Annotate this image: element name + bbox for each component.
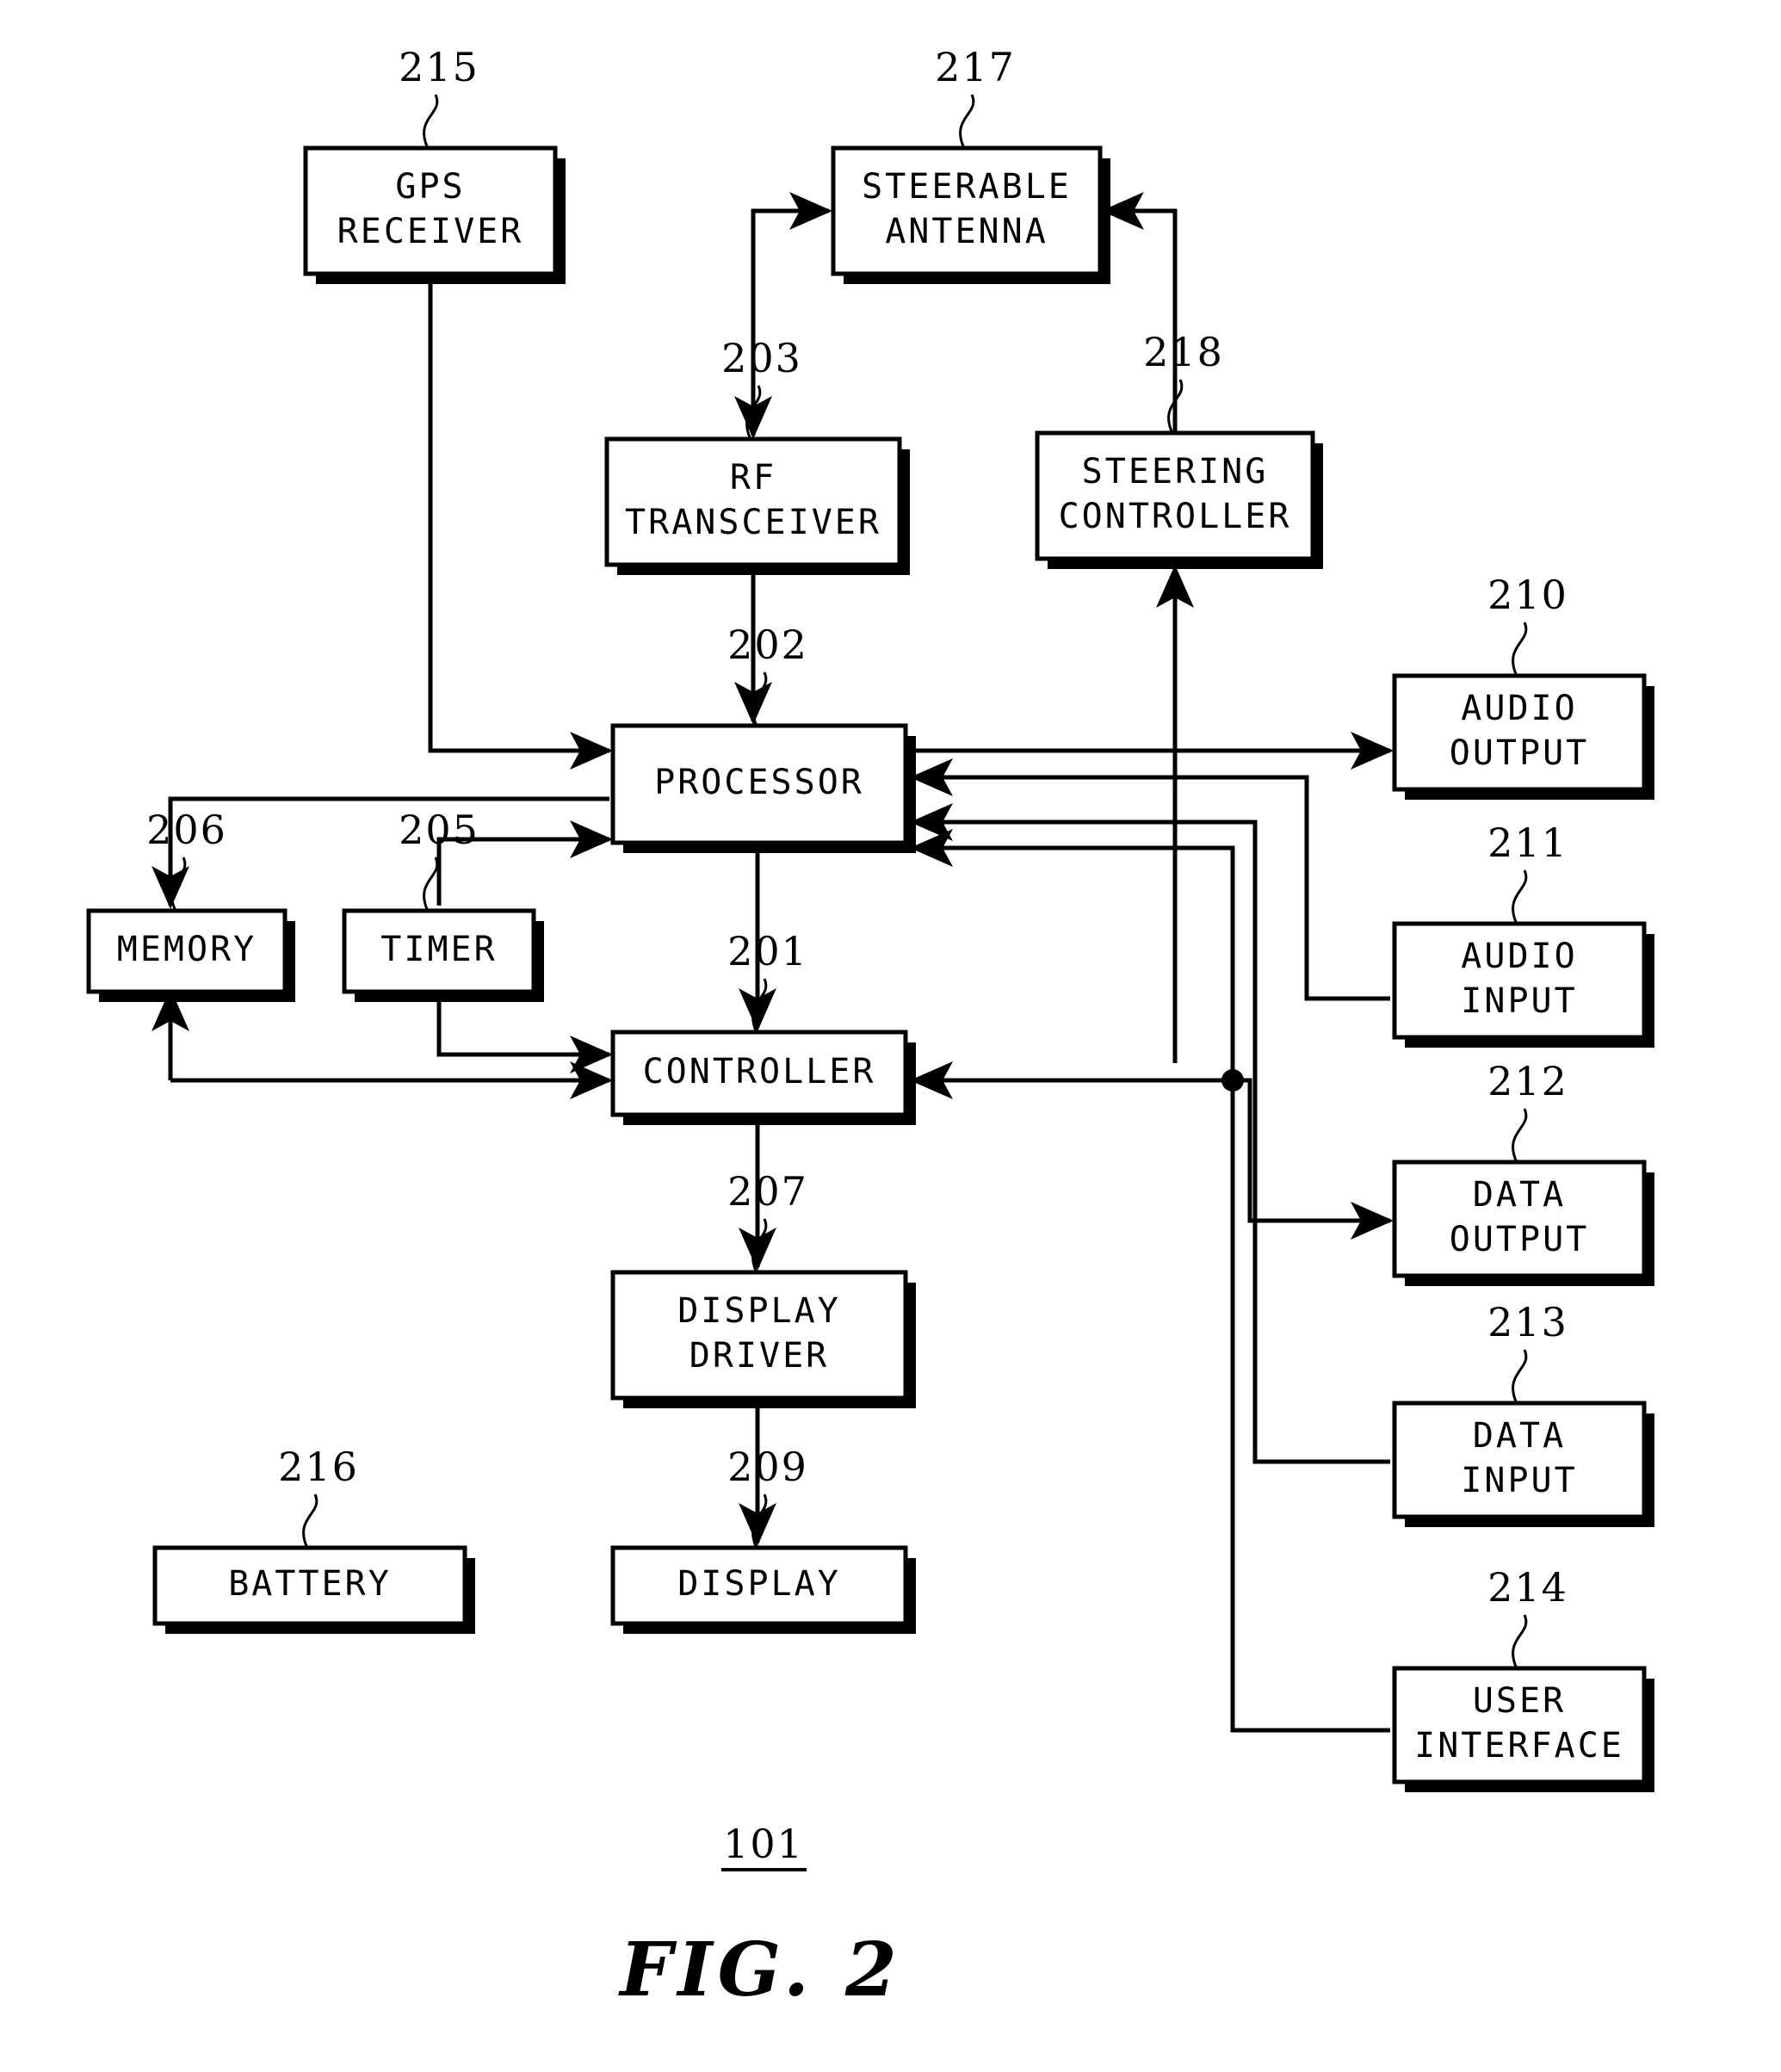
wire-data-input-riser — [909, 803, 1390, 1464]
reference-leader-data_output — [1512, 1108, 1528, 1161]
block-steerable_antenna[interactable]: STEERABLE ANTENNA — [831, 145, 1110, 284]
figure-caption-group: 101 FIG. 2 — [617, 1821, 901, 2013]
block-label-user_interface: USER — [1473, 1681, 1566, 1721]
block-label-rf_transceiver: TRANSCEIVER — [625, 503, 881, 542]
block-label-gps_receiver: GPS — [395, 167, 465, 207]
wire-junction-dot — [1221, 1069, 1244, 1092]
reference-audio_input: 211 — [1487, 820, 1568, 923]
reference-leader-data_input — [1512, 1349, 1528, 1402]
reference-number-display: 209 — [727, 1444, 808, 1490]
block-label-steering_controller: STEERING — [1082, 452, 1269, 492]
block-steering_controller[interactable]: STEERING CONTROLLER — [1035, 430, 1323, 569]
reference-number-data_output: 212 — [1487, 1058, 1568, 1104]
reference-memory: 206 — [146, 807, 227, 910]
wire-user-interface-to-processor — [909, 829, 1390, 1733]
reference-display_driver: 207 — [727, 1168, 808, 1271]
reference-leader-audio_output — [1512, 622, 1528, 675]
reference-number-rf_transceiver: 203 — [721, 335, 802, 381]
block-display[interactable]: DISPLAY — [610, 1545, 916, 1634]
reference-number-audio_input: 211 — [1487, 820, 1568, 866]
block-label-controller: CONTROLLER — [643, 1052, 876, 1092]
wire-steering-controller-to-antenna — [1100, 192, 1178, 433]
reference-number-controller: 201 — [727, 928, 808, 974]
reference-steering_controller: 218 — [1143, 329, 1224, 432]
reference-number-data_input: 213 — [1487, 1299, 1568, 1345]
reference-controller: 201 — [727, 928, 808, 1031]
block-label-steerable_antenna: STEERABLE — [862, 167, 1072, 207]
block-audio_input[interactable]: AUDIO INPUT — [1392, 921, 1654, 1048]
system-reference-number: 101 — [723, 1821, 804, 1867]
wire-audio-input-to-processor — [909, 758, 1390, 1001]
block-controller[interactable]: CONTROLLER — [610, 1030, 916, 1125]
block-label-memory: MEMORY — [117, 930, 257, 969]
reference-number-steerable_antenna: 217 — [935, 44, 1016, 90]
block-label-rf_transceiver: RF — [730, 458, 776, 498]
reference-numerals: 215 217 203 218 202 206 205 201 207 209 216 210 211 2… — [146, 44, 1568, 1667]
reference-leader-timer — [423, 857, 439, 910]
block-label-steering_controller: CONTROLLER — [1059, 497, 1292, 536]
block-gps_receiver[interactable]: GPS RECEIVER — [303, 145, 566, 284]
reference-audio_output: 210 — [1487, 572, 1568, 675]
reference-leader-user_interface — [1512, 1614, 1528, 1667]
patent-figure-page: GPS RECEIVER STEERABLE ANTENNA RF TRANSCEIVER… — [0, 0, 1781, 2072]
block-label-user_interface: INTERFACE — [1414, 1726, 1624, 1766]
block-display_driver[interactable]: DISPLAY DRIVER — [610, 1270, 916, 1408]
reference-leader-memory — [170, 857, 187, 910]
block-memory[interactable]: MEMORY — [86, 908, 295, 1002]
reference-number-display_driver: 207 — [727, 1168, 808, 1215]
reference-leader-steerable_antenna — [959, 94, 975, 147]
block-label-battery: BATTERY — [228, 1564, 392, 1604]
block-user_interface[interactable]: USER INTERFACE — [1392, 1666, 1654, 1792]
reference-gps_receiver: 215 — [399, 44, 479, 147]
block-audio_output[interactable]: AUDIO OUTPUT — [1392, 673, 1654, 800]
reference-leader-audio_input — [1512, 869, 1528, 923]
wire-antenna-to-rf-transceiver — [751, 192, 833, 436]
block-label-data_output: DATA — [1473, 1175, 1566, 1215]
reference-number-memory: 206 — [146, 807, 227, 853]
reference-data_input: 213 — [1487, 1299, 1568, 1402]
block-label-timer: TIMER — [380, 930, 497, 969]
reference-leader-battery — [302, 1494, 318, 1547]
block-label-data_output: OUTPUT — [1450, 1220, 1590, 1259]
block-label-data_input: INPUT — [1461, 1461, 1577, 1500]
reference-steerable_antenna: 217 — [935, 44, 1016, 147]
reference-number-gps_receiver: 215 — [399, 44, 479, 90]
reference-display: 209 — [727, 1444, 808, 1547]
block-label-data_input: DATA — [1473, 1416, 1566, 1456]
block-label-steerable_antenna: ANTENNA — [885, 212, 1048, 251]
block-diagram-svg: GPS RECEIVER STEERABLE ANTENNA RF TRANSCEIVER… — [86, 44, 1654, 2013]
block-battery[interactable]: BATTERY — [152, 1545, 475, 1634]
block-processor[interactable]: PROCESSOR — [610, 723, 916, 853]
figure-caption-label: FIG. 2 — [617, 1927, 901, 2013]
reference-number-timer: 205 — [399, 807, 479, 853]
block-label-audio_input: AUDIO — [1461, 937, 1577, 976]
block-label-display: DISPLAY — [677, 1564, 841, 1604]
reference-number-battery: 216 — [278, 1444, 359, 1490]
block-timer[interactable]: TIMER — [342, 908, 544, 1002]
block-rf_transceiver[interactable]: RF TRANSCEIVER — [604, 436, 910, 575]
block-label-audio_output: AUDIO — [1461, 689, 1577, 728]
wire-gps-to-processor — [428, 274, 614, 770]
reference-processor: 202 — [727, 622, 808, 725]
reference-number-user_interface: 214 — [1487, 1564, 1568, 1611]
block-label-audio_output: OUTPUT — [1450, 733, 1590, 773]
wire-controller-to-data-output — [909, 1078, 1394, 1240]
reference-leader-gps_receiver — [423, 94, 439, 147]
reference-rf_transceiver: 203 — [721, 335, 802, 438]
block-label-audio_input: INPUT — [1461, 981, 1577, 1021]
block-label-display_driver: DRIVER — [690, 1336, 830, 1376]
reference-number-steering_controller: 218 — [1143, 329, 1224, 375]
reference-number-processor: 202 — [727, 622, 808, 668]
reference-battery: 216 — [278, 1444, 359, 1547]
block-label-gps_receiver: RECEIVER — [337, 212, 524, 251]
block-data_input[interactable]: DATA INPUT — [1392, 1401, 1654, 1527]
wire-processor-to-memory — [152, 796, 609, 910]
reference-user_interface: 214 — [1487, 1564, 1568, 1667]
block-data_output[interactable]: DATA OUTPUT — [1392, 1160, 1654, 1286]
reference-data_output: 212 — [1487, 1058, 1568, 1161]
diagram-blocks: GPS RECEIVER STEERABLE ANTENNA RF TRANSCEIVER… — [86, 145, 1654, 1792]
block-label-display_driver: DISPLAY — [677, 1291, 841, 1331]
reference-number-audio_output: 210 — [1487, 572, 1568, 618]
block-label-processor: PROCESSOR — [654, 763, 864, 802]
